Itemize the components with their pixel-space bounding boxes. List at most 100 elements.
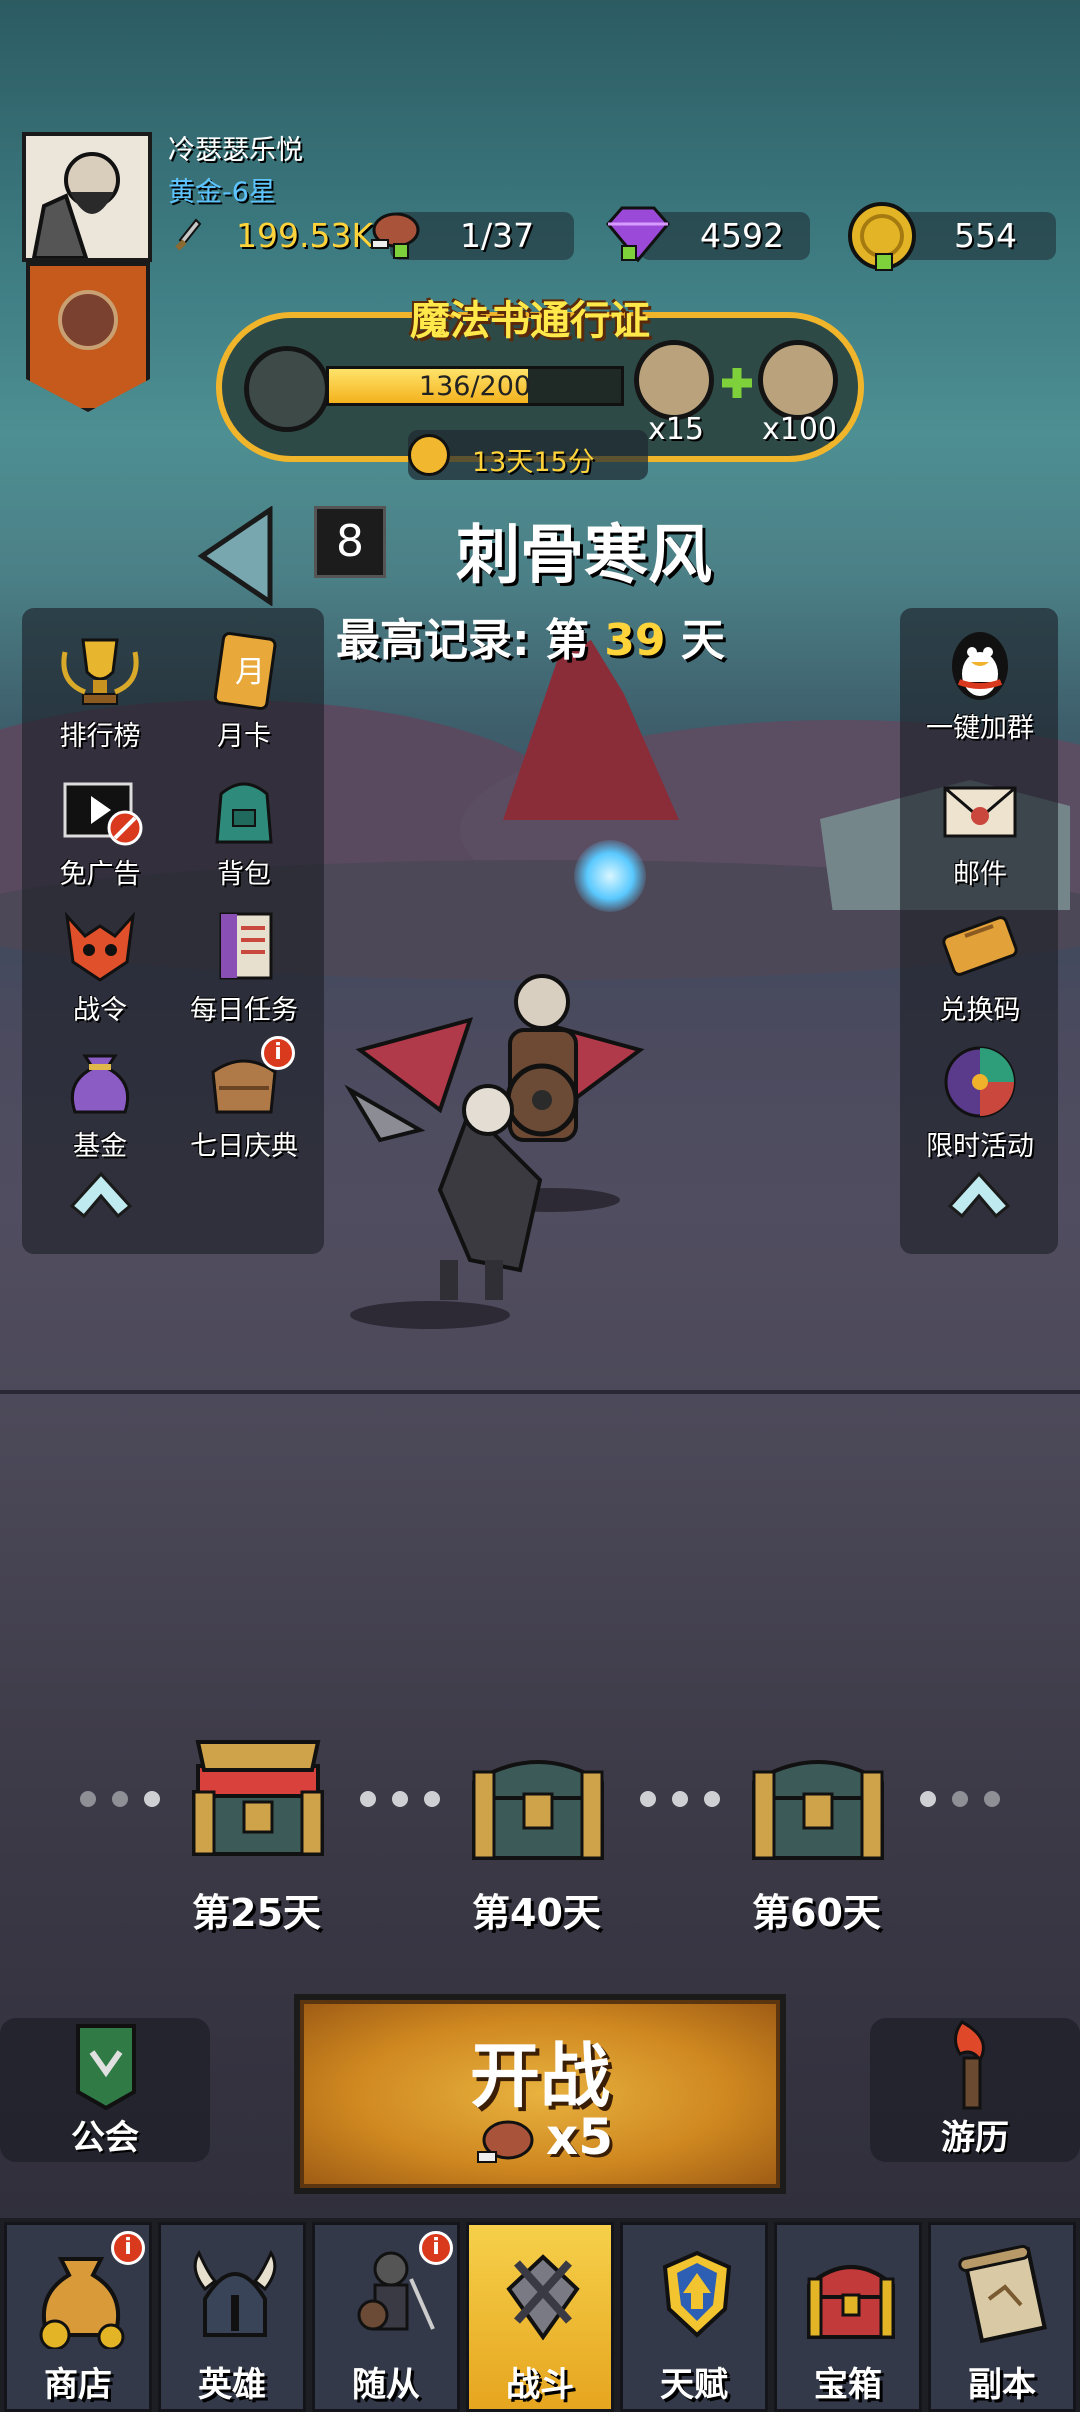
notification-badge: i (261, 1036, 295, 1070)
prize-wheel-icon (935, 1042, 1025, 1122)
record-prefix: 最高记录: 第 (336, 615, 589, 666)
tab-chest-label: 宝箱 (814, 2365, 882, 2405)
tab-battle-label: 战斗 (506, 2365, 574, 2405)
monthly-card-button[interactable]: 月 月卡 (174, 632, 314, 753)
player-rank: 黄金-6星 (168, 177, 276, 208)
chest-icon[interactable] (748, 1742, 888, 1870)
tab-shop-label: 商店 (44, 2365, 112, 2405)
mail-button[interactable]: 邮件 (910, 770, 1050, 891)
travel-label: 游历 (941, 2118, 1009, 2158)
collapse-right-chevron-icon[interactable] (944, 1156, 1014, 1226)
stage-number: 8 (314, 506, 386, 578)
record-day: 39 (604, 615, 666, 666)
no-ads-label: 免广告 (59, 859, 141, 890)
tab-followers-label: 随从 (352, 2365, 420, 2405)
penguin-icon (935, 624, 1025, 704)
guild-flag-icon (76, 2024, 136, 2110)
daily-tasks-button[interactable]: 每日任务 (174, 906, 314, 1027)
scroll-flag-icon (199, 906, 289, 986)
milestone-dot (112, 1791, 128, 1807)
milestone-label: 第40天 (472, 1891, 601, 1935)
limited-event-button[interactable]: 限时活动 (910, 1042, 1050, 1163)
player-avatar[interactable] (22, 132, 152, 262)
open-chest-icon[interactable] (188, 1732, 328, 1860)
combat-power: 199.53K (236, 216, 374, 255)
tab-talent-label: 天赋 (660, 2365, 728, 2405)
milestone-dot (920, 1791, 936, 1807)
pass-timer: 13天15分 (472, 447, 595, 478)
battle-cost: x5 (546, 2108, 614, 2166)
gem-icon (606, 206, 670, 263)
best-record: 最高记录: 第 39 天 (336, 604, 725, 668)
redeem-code-button[interactable]: 兑换码 (910, 906, 1050, 1027)
torch-icon (954, 2020, 985, 2110)
guild-label: 公会 (71, 2118, 139, 2158)
hero-characters (344, 974, 645, 1329)
seven-day-button[interactable]: i 七日庆典 (174, 1036, 314, 1163)
money-bag-icon (55, 1042, 145, 1122)
tab-shop[interactable]: i 商店 (4, 2222, 152, 2412)
pass-progress-text: 136/200 (418, 371, 532, 402)
backpack-label: 背包 (217, 859, 271, 890)
milestone-dot (984, 1791, 1000, 1807)
ranking-button[interactable]: 排行榜 (30, 632, 170, 753)
seven-day-label: 七日庆典 (190, 1131, 298, 1162)
meat-icon (477, 2120, 534, 2163)
milestone-dot (424, 1791, 440, 1807)
warrior-portrait-icon (26, 136, 148, 258)
envelope-icon (935, 770, 1025, 850)
tab-dungeon[interactable]: 副本 (928, 2222, 1076, 2412)
backpack-button[interactable]: 背包 (174, 770, 314, 891)
player-name: 冷瑟瑟乐悦 (168, 135, 303, 166)
pass-progress-bar: 136/200 (326, 366, 624, 406)
pass-reward-meat-icon[interactable] (758, 340, 838, 420)
milestone-dot (144, 1791, 160, 1807)
join-group-label: 一键加群 (926, 713, 1034, 744)
horned-helmet-icon (193, 2249, 277, 2337)
magic-book-icon (244, 346, 330, 432)
mail-label: 邮件 (953, 859, 1007, 890)
start-battle-button[interactable]: 开战 x5 (294, 1994, 786, 2194)
milestone-dot (704, 1791, 720, 1807)
pass-reward1-count: x15 (648, 412, 704, 447)
svg-text:月: 月 (235, 655, 265, 690)
redeem-code-label: 兑换码 (939, 995, 1021, 1026)
stopwatch-icon (408, 434, 450, 476)
meat-icon (371, 212, 420, 259)
collapse-left-chevron-icon[interactable] (66, 1156, 136, 1226)
milestone-dot (392, 1791, 408, 1807)
diamond-emblem-icon (58, 290, 118, 350)
monthly-card-icon: 月 (199, 632, 289, 712)
guild-button[interactable]: 公会 (0, 2018, 210, 2162)
milestone-dot (672, 1791, 688, 1807)
tab-chest[interactable]: 宝箱 (774, 2222, 922, 2412)
film-noad-icon (55, 770, 145, 850)
milestone-dot (952, 1791, 968, 1807)
stamina-value: 1/37 (460, 216, 535, 255)
tab-dungeon-label: 副本 (968, 2365, 1036, 2405)
tab-heroes[interactable]: 英雄 (158, 2222, 306, 2412)
blue-orb (574, 840, 646, 912)
join-group-button[interactable]: 一键加群 (910, 624, 1050, 745)
pass-reward-meat-icon[interactable] (634, 340, 714, 420)
ranking-label: 排行榜 (59, 721, 141, 752)
ticket-icon (935, 906, 1025, 986)
trophy-icon (55, 632, 145, 712)
no-ads-button[interactable]: 免广告 (30, 770, 170, 891)
tab-battle[interactable]: 战斗 (466, 2222, 614, 2412)
battle-pass-button[interactable]: 战令 (30, 906, 170, 1027)
chest-icon[interactable] (468, 1742, 608, 1870)
prev-stage-arrow-icon[interactable] (196, 506, 276, 606)
milestone-label: 第25天 (192, 1891, 321, 1935)
ground-line (0, 1390, 1080, 1394)
milestone-dot (360, 1791, 376, 1807)
travel-button[interactable]: 游历 (870, 2018, 1080, 2162)
gem-value: 4592 (700, 216, 784, 255)
tab-talent[interactable]: 天赋 (620, 2222, 768, 2412)
pass-reward2-count: x100 (762, 412, 838, 447)
stage-name: 刺骨寒风 (456, 519, 712, 593)
pass-title: 魔法书通行证 (410, 298, 650, 344)
tab-followers[interactable]: i 随从 (312, 2222, 460, 2412)
map-scroll-icon (958, 2244, 1047, 2344)
fund-button[interactable]: 基金 (30, 1042, 170, 1163)
